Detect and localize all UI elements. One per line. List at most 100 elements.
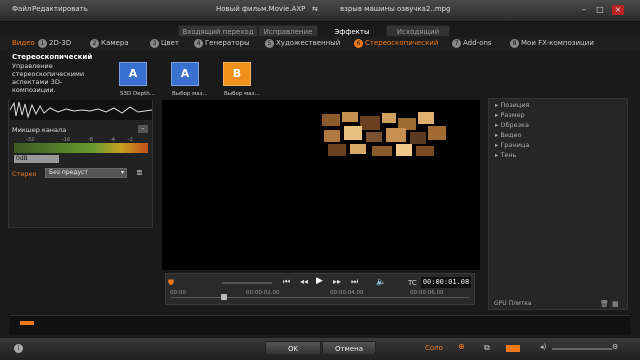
- category-label: Художественный: [276, 39, 341, 47]
- project-name: взрыв машины озвучка2..mpg: [340, 5, 451, 13]
- effect-label: Выбор маз...: [224, 91, 260, 97]
- property-label: Тень: [500, 151, 517, 159]
- mixer-label: Микшер канала: [12, 126, 67, 134]
- tab-transition-in[interactable]: Входящий переход: [178, 25, 258, 37]
- property-label: Видео: [500, 131, 522, 139]
- mixer-settings-icon[interactable]: ≣: [136, 168, 143, 177]
- property-size[interactable]: ▸ Размер: [495, 111, 525, 119]
- save-icon[interactable]: ▦: [612, 300, 619, 308]
- category-number: 8: [510, 38, 519, 48]
- category-color[interactable]: 3 Цвет: [150, 38, 179, 49]
- category-label: Видео: [12, 39, 35, 47]
- close-icon[interactable]: ×: [612, 5, 624, 15]
- property-label: Обрезка: [500, 121, 529, 129]
- tab-transition-out[interactable]: Исходящий переход: [386, 25, 450, 48]
- effect-thumb-mask-a[interactable]: A: [171, 62, 199, 86]
- cancel-button[interactable]: Отмена: [322, 341, 376, 355]
- speaker-icon[interactable]: ◂): [540, 343, 546, 351]
- properties-panel: [488, 98, 628, 310]
- chevron-down-icon: ▾: [120, 169, 124, 176]
- category-label: Стереоскопический: [365, 39, 439, 47]
- category-number: 2: [90, 38, 99, 48]
- category-label: Add-ons: [463, 39, 492, 47]
- step-back-icon[interactable]: ◂◂: [300, 277, 308, 286]
- shuttle-track[interactable]: [222, 282, 272, 284]
- ruler-tick-label: 00:00:04.00: [330, 290, 364, 296]
- marker-icon[interactable]: ⛊: [168, 278, 174, 288]
- title-bar: [0, 0, 640, 22]
- property-video[interactable]: ▸ Видео: [495, 131, 522, 139]
- category-addons[interactable]: 7 Add-ons: [452, 38, 492, 49]
- property-border[interactable]: ▸ Граница: [495, 141, 529, 149]
- category-label: Мои FX-композиции: [521, 39, 594, 47]
- effect-thumb-letter: A: [180, 67, 190, 80]
- property-label: Позиция: [500, 101, 530, 109]
- skip-forward-icon[interactable]: ⏭: [351, 277, 358, 287]
- timeline-marker[interactable]: [20, 321, 34, 325]
- fullscreen-icon[interactable]: ⧉: [484, 343, 490, 353]
- playhead[interactable]: [221, 294, 227, 300]
- minimize-icon[interactable]: –: [578, 5, 590, 15]
- effect-thumb-mask-b[interactable]: B: [223, 62, 251, 86]
- effect-thumb-letter: B: [232, 67, 242, 80]
- ruler-tick-label: 00:00:06.00: [410, 290, 444, 296]
- category-number: 1: [38, 38, 47, 48]
- audio-waveform: [10, 100, 152, 120]
- category-generators[interactable]: 4 Генераторы: [194, 38, 250, 49]
- tab-corrections[interactable]: Исправление: [258, 25, 318, 37]
- effect-label: S3D Depth...: [120, 91, 155, 97]
- play-icon[interactable]: ▶: [316, 276, 323, 286]
- ok-button[interactable]: OK: [265, 341, 321, 355]
- gain-readout[interactable]: 0dB: [14, 155, 59, 163]
- maximize-icon[interactable]: □: [594, 5, 606, 15]
- effects-editor-window: Файл Редактировать Новый фильм.Movie.AXP…: [0, 0, 640, 360]
- settings-icon[interactable]: ⚙: [612, 343, 618, 351]
- gpu-tile-label: GPU Плитка: [494, 300, 532, 307]
- category-camera[interactable]: 2 Камера: [90, 38, 129, 49]
- collapse-icon[interactable]: –: [138, 125, 148, 133]
- property-label: Граница: [500, 141, 530, 149]
- effect-thumb-s3d-depth[interactable]: A: [119, 62, 147, 86]
- effect-group-title: Стереоскопический: [12, 53, 93, 61]
- category-2d-3d[interactable]: 1 2D-3D: [38, 38, 71, 49]
- menu-file[interactable]: Файл: [12, 5, 31, 13]
- preset-select[interactable]: Без предуст ▾: [45, 168, 127, 178]
- category-number: 3: [150, 38, 159, 48]
- solo-toggle[interactable]: Соло: [425, 344, 443, 352]
- menu-edit[interactable]: Редактировать: [32, 5, 88, 13]
- category-artistic[interactable]: 5 Художественный: [265, 38, 340, 49]
- property-shadow[interactable]: ▸ Тень: [495, 151, 516, 159]
- volume-slider[interactable]: [552, 348, 612, 350]
- category-video[interactable]: Видео: [12, 38, 35, 49]
- step-forward-icon[interactable]: ▸▸: [333, 277, 341, 286]
- level-meter: [14, 143, 148, 153]
- category-label: Цвет: [161, 39, 179, 47]
- category-number: 6: [354, 38, 363, 48]
- category-label: Генераторы: [205, 39, 250, 47]
- category-label: 2D-3D: [49, 39, 72, 47]
- ruler-tick-label: 00:00:02.00: [246, 290, 280, 296]
- tab-effects[interactable]: Эффекты: [318, 25, 386, 37]
- swap-icon[interactable]: ⇆: [312, 5, 318, 13]
- volume-icon[interactable]: 🔈: [376, 277, 386, 286]
- category-number: 4: [194, 38, 203, 48]
- category-stereoscopic[interactable]: 6 Стереоскопический: [354, 38, 438, 49]
- timeline-ruler[interactable]: [170, 297, 470, 298]
- category-label: Камера: [101, 39, 129, 47]
- effect-thumb-letter: A: [128, 67, 138, 80]
- ruler-tick-label: 00:00: [170, 290, 186, 296]
- property-crop[interactable]: ▸ Обрезка: [495, 121, 529, 129]
- category-number: 7: [452, 38, 461, 48]
- color-swatch[interactable]: [506, 345, 520, 352]
- timeline-strip[interactable]: [10, 315, 630, 335]
- target-icon[interactable]: ⊕: [458, 342, 465, 351]
- category-number: 5: [265, 38, 274, 48]
- property-label: Размер: [500, 111, 525, 119]
- timecode-field[interactable]: 00:00:01.08: [421, 277, 471, 288]
- property-position[interactable]: ▸ Позиция: [495, 101, 529, 109]
- info-icon[interactable]: i: [14, 344, 23, 353]
- delete-icon[interactable]: 🗑: [600, 300, 609, 308]
- skip-back-icon[interactable]: ⏮: [283, 277, 290, 287]
- effect-group-description: Управление стереоскопическими аспектами …: [12, 62, 85, 94]
- category-my-fx[interactable]: 8 Мои FX-композиции: [510, 38, 594, 49]
